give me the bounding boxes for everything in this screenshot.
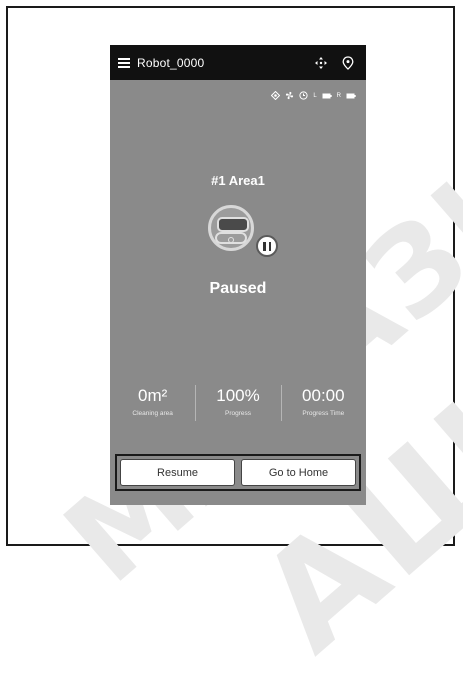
- battery-right-icon: [346, 93, 356, 98]
- stat-label: Cleaning area: [132, 410, 173, 417]
- stat-value: 00:00: [302, 386, 345, 405]
- stat-value: 0m²: [138, 386, 168, 405]
- battery-left-icon: [322, 93, 332, 98]
- cleaning-status: Paused: [209, 280, 267, 297]
- stat-label: Progress: [224, 410, 251, 417]
- target-icon: [271, 91, 281, 100]
- pause-icon[interactable]: [256, 235, 278, 257]
- left-brush-label: L: [313, 92, 317, 99]
- stat-value: 100%: [216, 386, 260, 405]
- stat-label: Progress Time: [302, 410, 345, 417]
- robot-vacuum-icon: [208, 205, 254, 251]
- resume-button[interactable]: Resume: [120, 459, 235, 486]
- go-to-home-button[interactable]: Go to Home: [241, 459, 356, 486]
- robot-status-icons: L R: [271, 91, 356, 100]
- timer-icon: [299, 91, 308, 100]
- action-buttons-highlight: Resume Go to Home: [115, 454, 361, 491]
- area-title: #1 Area1: [211, 173, 265, 188]
- app-bar: Robot_0000: [110, 45, 366, 80]
- phone-screen: Robot_0000 L R #1 Area1 Paused 0m² Clean…: [110, 45, 366, 505]
- location-pin-icon[interactable]: [342, 55, 354, 70]
- fan-icon: [286, 91, 294, 100]
- hamburger-menu-icon[interactable]: [118, 57, 130, 68]
- cleaning-stats: 0m² Cleaning area 100% Progress 00:00 Pr…: [110, 381, 366, 429]
- stat-progress: 100% Progress: [195, 381, 280, 429]
- stat-progress-time: 00:00 Progress Time: [280, 381, 366, 429]
- stat-cleaning-area: 0m² Cleaning area: [110, 381, 195, 429]
- move-arrows-icon[interactable]: [314, 56, 328, 70]
- robot-name: Robot_0000: [137, 55, 205, 70]
- right-brush-label: R: [336, 92, 341, 99]
